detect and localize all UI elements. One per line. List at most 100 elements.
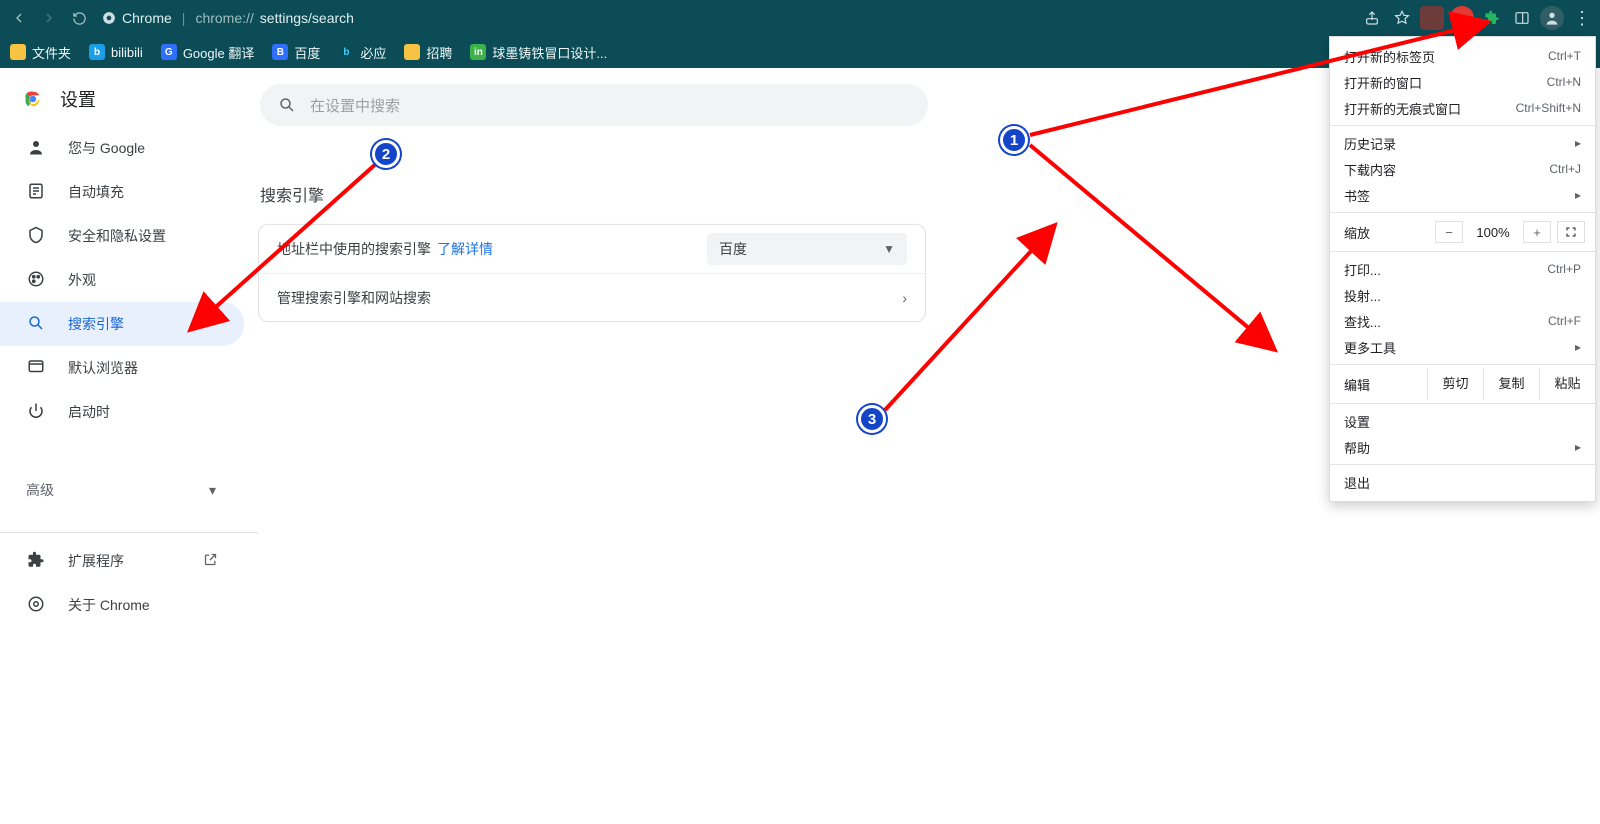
search-icon xyxy=(278,96,296,114)
menu-cast[interactable]: 投射... xyxy=(1330,282,1595,308)
sidebar-item-privacy[interactable]: 安全和隐私设置 xyxy=(0,214,244,258)
search-engine-card: 地址栏中使用的搜索引擎 了解详情 百度 ▼ 管理搜索引擎和网站搜索 › xyxy=(258,224,926,322)
bookmark-baidu[interactable]: B 百度 xyxy=(272,43,320,62)
shield-icon xyxy=(26,226,46,247)
row-label: 管理搜索引擎和网站搜索 xyxy=(277,288,431,308)
sidebar-item-search-engine[interactable]: 搜索引擎 xyxy=(0,302,244,346)
forward-button[interactable] xyxy=(36,5,62,31)
sidebar-item-about[interactable]: 关于 Chrome xyxy=(0,583,244,627)
menu-help[interactable]: 帮助▸ xyxy=(1330,434,1595,460)
bookmark-label: 百度 xyxy=(294,43,320,62)
extension-box-icon[interactable] xyxy=(1420,6,1444,30)
omnibox-app-label: Chrome xyxy=(122,10,172,26)
panel-icon[interactable] xyxy=(1510,6,1534,30)
settings-search-input[interactable]: 在设置中搜索 xyxy=(260,84,928,126)
bookmark-bing[interactable]: b 必应 xyxy=(338,43,386,62)
share-icon[interactable] xyxy=(1360,6,1384,30)
bookmark-casting[interactable]: in 球墨铸铁冒口设计... xyxy=(470,43,607,62)
menu-history[interactable]: 历史记录▸ xyxy=(1330,130,1595,156)
sidebar-item-extensions[interactable]: 扩展程序 xyxy=(0,539,244,583)
bookmark-label: 必应 xyxy=(360,43,386,62)
autofill-icon xyxy=(26,182,46,203)
menu-paste[interactable]: 粘贴 xyxy=(1539,369,1595,399)
chevron-right-icon: › xyxy=(902,290,907,306)
menu-new-tab[interactable]: 打开新的标签页Ctrl+T xyxy=(1330,43,1595,69)
profile-avatar-icon[interactable] xyxy=(1540,6,1564,30)
chrome-outline-icon xyxy=(26,595,46,616)
menu-more-tools[interactable]: 更多工具▸ xyxy=(1330,334,1595,360)
sidebar-item-startup[interactable]: 启动时 xyxy=(0,390,244,434)
learn-more-link[interactable]: 了解详情 xyxy=(437,239,493,259)
sidebar-item-default-browser[interactable]: 默认浏览器 xyxy=(0,346,244,390)
menu-incognito[interactable]: 打开新的无痕式窗口Ctrl+Shift+N xyxy=(1330,95,1595,121)
open-external-icon xyxy=(203,552,218,570)
omnibox-url-scheme: chrome:// xyxy=(195,10,253,26)
menu-exit[interactable]: 退出 xyxy=(1330,469,1595,495)
menu-print[interactable]: 打印...Ctrl+P xyxy=(1330,256,1595,282)
sidebar-item-advanced[interactable]: 高级▾ xyxy=(0,468,244,512)
back-button[interactable] xyxy=(6,5,32,31)
annotation-badge-1: 1 xyxy=(1000,126,1028,154)
bookmark-google-translate[interactable]: G Google 翻译 xyxy=(161,43,255,62)
menu-bookmarks[interactable]: 书签▸ xyxy=(1330,182,1595,208)
zoom-value: 100% xyxy=(1469,225,1517,240)
puzzle-icon xyxy=(26,551,46,572)
browser-titlebar: Chrome | chrome://settings/search ↓ ⋮ xyxy=(0,0,1600,36)
settings-title: 设置 xyxy=(60,86,96,112)
bookmark-folder[interactable]: 文件夹 xyxy=(10,43,71,62)
menu-settings[interactable]: 设置 xyxy=(1330,408,1595,434)
bookmark-label: 招聘 xyxy=(426,43,452,62)
chrome-favicon-icon xyxy=(102,11,116,25)
bookmark-bilibili[interactable]: bbilibili xyxy=(89,44,143,60)
power-icon xyxy=(26,402,46,423)
browser-icon xyxy=(26,358,46,379)
chrome-overflow-menu: 打开新的标签页Ctrl+T 打开新的窗口Ctrl+N 打开新的无痕式窗口Ctrl… xyxy=(1329,36,1596,502)
menu-find[interactable]: 查找...Ctrl+F xyxy=(1330,308,1595,334)
bookmark-label: 文件夹 xyxy=(32,43,71,62)
select-value: 百度 xyxy=(719,239,747,259)
folder-icon xyxy=(404,44,420,60)
sidebar-item-appearance[interactable]: 外观 xyxy=(0,258,244,302)
sidebar-item-autofill[interactable]: 自动填充 xyxy=(0,170,244,214)
omnibox-url-path: settings/search xyxy=(260,10,354,26)
caret-down-icon: ▼ xyxy=(883,242,895,256)
row-default-search-engine: 地址栏中使用的搜索引擎 了解详情 百度 ▼ xyxy=(259,225,925,273)
extension-download-icon[interactable]: ↓ xyxy=(1450,6,1474,30)
extensions-puzzle-icon[interactable] xyxy=(1480,6,1504,30)
bookmark-label: Google 翻译 xyxy=(183,43,255,62)
reload-button[interactable] xyxy=(66,5,92,31)
row-manage-search-engines[interactable]: 管理搜索引擎和网站搜索 › xyxy=(259,273,925,321)
chrome-menu-button[interactable]: ⋮ xyxy=(1570,6,1594,30)
zoom-in-button[interactable]: + xyxy=(1523,221,1551,243)
star-icon[interactable] xyxy=(1390,6,1414,30)
menu-cut[interactable]: 剪切 xyxy=(1427,369,1483,399)
annotation-badge-2: 2 xyxy=(372,140,400,168)
menu-new-window[interactable]: 打开新的窗口Ctrl+N xyxy=(1330,69,1595,95)
sidebar-item-you-and-google[interactable]: 您与 Google xyxy=(0,126,244,170)
menu-edit-row: 编辑 剪切 复制 粘贴 xyxy=(1330,369,1595,399)
menu-downloads[interactable]: 下载内容Ctrl+J xyxy=(1330,156,1595,182)
bing-icon: b xyxy=(338,44,354,60)
search-placeholder: 在设置中搜索 xyxy=(310,95,400,116)
fullscreen-button[interactable] xyxy=(1557,221,1585,243)
search-engine-select[interactable]: 百度 ▼ xyxy=(707,233,907,265)
annotation-badge-3: 3 xyxy=(858,405,886,433)
baidu-icon: B xyxy=(272,44,288,60)
bilibili-icon: b xyxy=(89,44,105,60)
menu-copy[interactable]: 复制 xyxy=(1483,369,1539,399)
google-translate-icon: G xyxy=(161,44,177,60)
search-icon xyxy=(26,314,46,335)
bookmark-label: 球墨铸铁冒口设计... xyxy=(492,43,607,62)
bookmark-zhaopin[interactable]: 招聘 xyxy=(404,43,452,62)
caret-down-icon: ▾ xyxy=(209,482,216,499)
address-bar[interactable]: Chrome | chrome://settings/search xyxy=(102,4,1344,32)
folder-icon xyxy=(10,44,26,60)
person-icon xyxy=(26,138,46,159)
row-label: 地址栏中使用的搜索引擎 xyxy=(277,239,431,259)
menu-zoom: 缩放 − 100% + xyxy=(1330,217,1595,247)
zoom-out-button[interactable]: − xyxy=(1435,221,1463,243)
chrome-logo-icon xyxy=(22,88,44,110)
site-icon: in xyxy=(470,44,486,60)
settings-sidebar: 设置 您与 Google 自动填充 安全和隐私设置 外观 搜索引擎 默认浏览器 … xyxy=(0,68,258,824)
palette-icon xyxy=(26,270,46,291)
